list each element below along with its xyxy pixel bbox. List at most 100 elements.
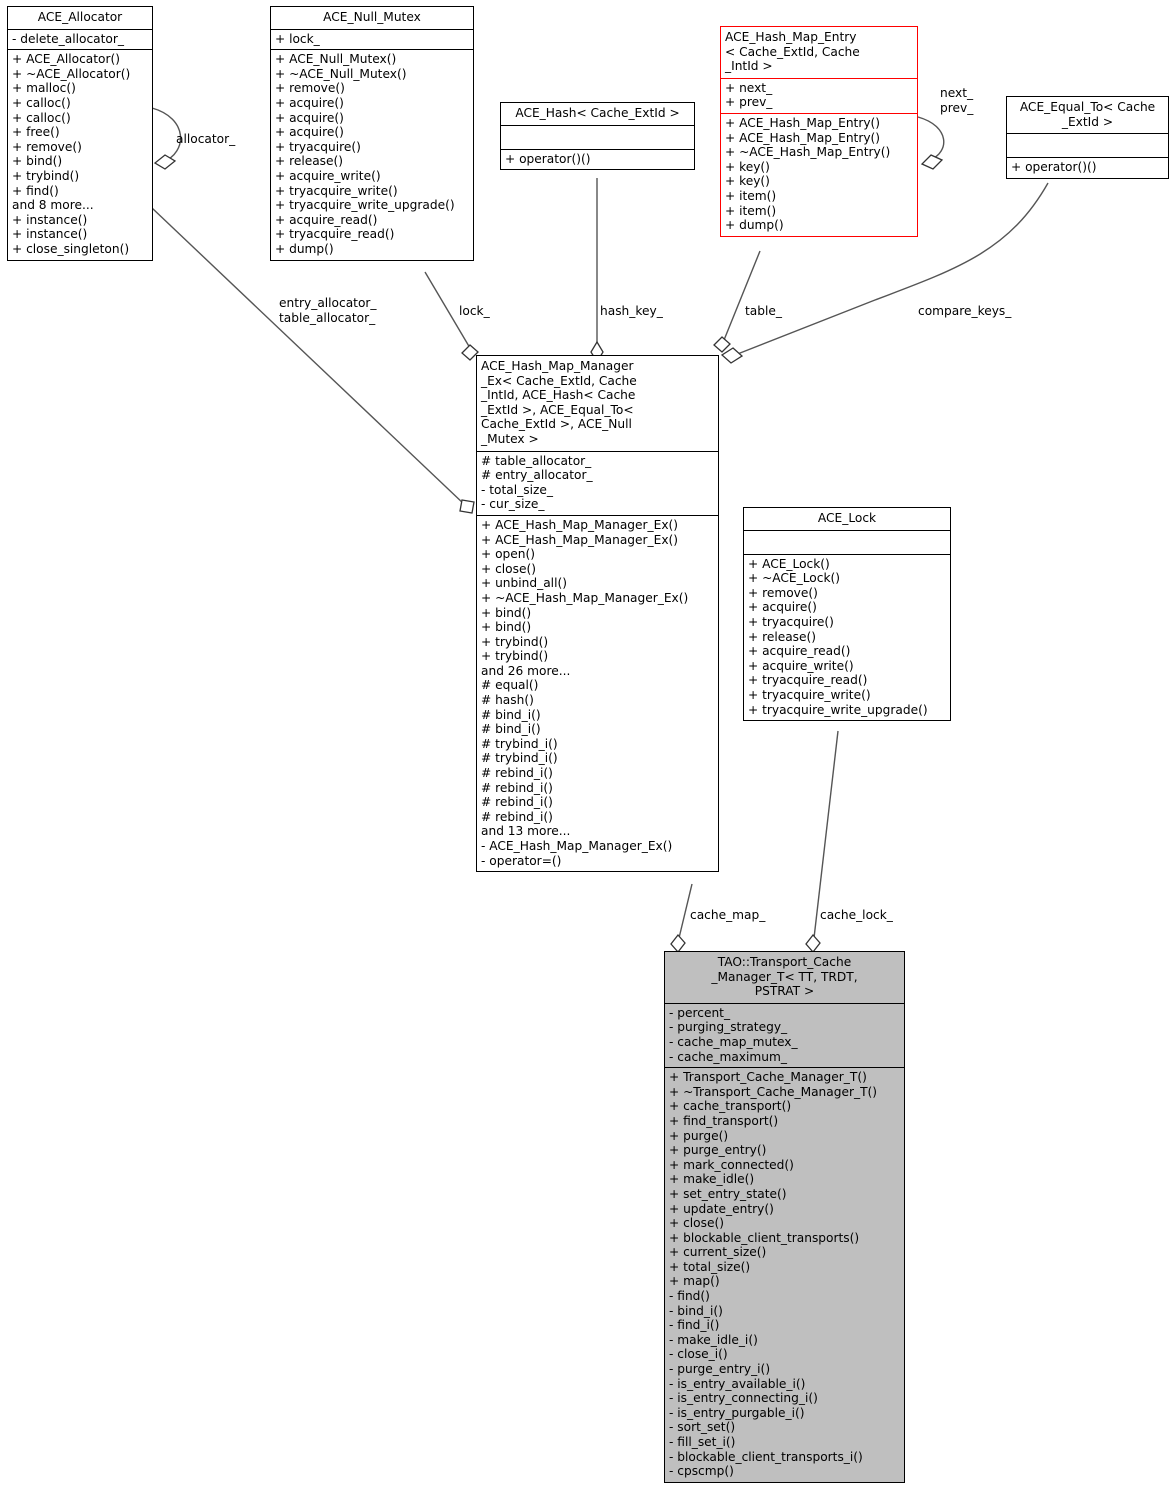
- attribute-row: + lock_: [275, 31, 320, 46]
- operation-row: + calloc(): [12, 95, 71, 110]
- operation-row: + close(): [669, 1216, 724, 1231]
- class-operations: + ACE_Lock() + ~ACE_Lock() + remove() + …: [744, 555, 950, 721]
- class-attributes: - percent_ - purging_strategy_ - cache_m…: [665, 1004, 904, 1067]
- class-operations: + ACE_Null_Mutex() + ~ACE_Null_Mutex() +…: [271, 50, 473, 259]
- operation-row: + malloc(): [12, 81, 76, 96]
- operation-row: + current_size(): [669, 1245, 767, 1260]
- operation-row: + blockable_client_transports(): [669, 1230, 860, 1245]
- class-operations: + operator()(): [501, 150, 694, 170]
- operation-row: + tryacquire_write_upgrade(): [748, 702, 928, 717]
- operation-row: and 26 more...: [481, 663, 571, 678]
- operation-row: + ~ACE_Allocator(): [12, 66, 131, 81]
- operation-row: + find(): [12, 183, 59, 198]
- class-ace-equal-to[interactable]: ACE_Equal_To< Cache _ExtId > + operator(…: [1006, 96, 1169, 179]
- operation-row: + close_singleton(): [12, 241, 130, 256]
- diamond-next-prev: [920, 154, 944, 170]
- class-ace-null-mutex[interactable]: ACE_Null_Mutex + lock_ + ACE_Null_Mutex(…: [270, 6, 474, 261]
- operation-row: + trybind(): [481, 649, 549, 664]
- operation-row: + instance(): [12, 227, 88, 242]
- operation-row: + bind(): [481, 620, 532, 635]
- operation-row: + item(): [725, 188, 777, 203]
- operation-row: + trybind(): [481, 634, 549, 649]
- edge-label-compare-keys: compare_keys_: [918, 304, 1012, 318]
- edge-label-hash-key: hash_key_: [600, 304, 663, 318]
- class-operations: + ACE_Allocator() + ~ACE_Allocator() + m…: [8, 50, 152, 259]
- class-operations: + ACE_Hash_Map_Manager_Ex() + ACE_Hash_M…: [477, 516, 718, 871]
- class-ace-hash[interactable]: ACE_Hash< Cache_ExtId > + operator()(): [500, 102, 695, 171]
- class-title: ACE_Hash< Cache_ExtId >: [515, 106, 680, 120]
- class-title: ACE_Lock: [817, 511, 877, 525]
- attribute-row: - cache_maximum_: [669, 1049, 787, 1064]
- operation-row: - close_i(): [669, 1347, 728, 1362]
- operation-row: + bind(): [12, 154, 63, 169]
- diamond-cache-map: [670, 933, 686, 954]
- operation-row: + operator()(): [1011, 160, 1097, 175]
- operation-row: + release(): [748, 629, 817, 644]
- operation-row: + tryacquire_read(): [275, 227, 395, 242]
- operation-row: + open(): [481, 547, 536, 562]
- operation-row: + find_transport(): [669, 1113, 779, 1128]
- operation-row: + acquire(): [748, 600, 817, 615]
- operation-row: + trybind(): [12, 168, 80, 183]
- operation-row: + total_size(): [669, 1259, 751, 1274]
- diamond-allocator: [153, 154, 177, 170]
- operation-row: + operator()(): [505, 151, 591, 166]
- class-operations: + Transport_Cache_Manager_T() + ~Transpo…: [665, 1068, 904, 1482]
- operation-row: + ACE_Hash_Map_Manager_Ex(): [481, 532, 679, 547]
- operation-row: + set_entry_state(): [669, 1186, 787, 1201]
- class-ace-allocator[interactable]: ACE_Allocator - delete_allocator_ + ACE_…: [7, 6, 153, 261]
- operation-row: + ~ACE_Hash_Map_Manager_Ex(): [481, 590, 689, 605]
- operation-row: + map(): [669, 1274, 720, 1289]
- class-title: ACE_Equal_To< Cache _ExtId >: [1019, 100, 1156, 129]
- uml-class-diagram: ACE_Allocator - delete_allocator_ + ACE_…: [0, 0, 1175, 1501]
- operation-row: - cpscmp(): [669, 1464, 734, 1479]
- operation-row: + acquire(): [275, 110, 344, 125]
- operation-row: + acquire_write(): [275, 168, 381, 183]
- class-operations: + operator()(): [1007, 158, 1168, 178]
- class-attributes: - delete_allocator_: [8, 30, 152, 50]
- operation-row: - operator=(): [481, 853, 562, 868]
- edge-label-allocator: allocator_: [176, 132, 236, 146]
- operation-row: + remove(): [748, 585, 818, 600]
- class-title: ACE_Null_Mutex: [323, 10, 421, 24]
- operation-row: + key(): [725, 174, 770, 189]
- class-attributes: + lock_: [271, 30, 473, 50]
- class-attributes: [501, 126, 694, 149]
- operation-row: + item(): [725, 203, 777, 218]
- edge-label-table: table_: [745, 304, 782, 318]
- edge-table: [721, 250, 761, 346]
- diamond-entry-table-allocator: [459, 499, 475, 514]
- operation-row: + purge(): [669, 1128, 729, 1143]
- class-tao-transport-cache-manager-t[interactable]: TAO::Transport_Cache _Manager_T< TT, TRD…: [664, 951, 905, 1483]
- class-title: ACE_Hash_Map_Entry < Cache_ExtId, Cache …: [725, 30, 860, 74]
- operation-row: + acquire_read(): [275, 212, 378, 227]
- class-title: TAO::Transport_Cache _Manager_T< TT, TRD…: [711, 955, 858, 999]
- operation-row: + key(): [725, 159, 770, 174]
- attribute-row: - cur_size_: [481, 497, 545, 512]
- operation-row: - is_entry_available_i(): [669, 1376, 806, 1391]
- operation-row: - fill_set_i(): [669, 1435, 736, 1449]
- operation-row: + update_entry(): [669, 1201, 774, 1216]
- diamond-compare-keys: [720, 347, 744, 364]
- operation-row: + dump(): [725, 218, 784, 233]
- operation-row: # trybind_i(): [481, 736, 558, 751]
- operation-row: + mark_connected(): [669, 1157, 794, 1172]
- class-title: ACE_Hash_Map_Manager _Ex< Cache_ExtId, C…: [481, 359, 637, 446]
- operation-row: # rebind_i(): [481, 766, 553, 781]
- class-ace-hash-map-entry[interactable]: ACE_Hash_Map_Entry < Cache_ExtId, Cache …: [720, 26, 918, 237]
- edge-label-lock: lock_: [459, 304, 490, 318]
- class-ace-lock[interactable]: ACE_Lock + ACE_Lock() + ~ACE_Lock() + re…: [743, 507, 951, 722]
- operation-row: - sort_set(): [669, 1420, 736, 1435]
- operation-row: and 13 more...: [481, 824, 571, 839]
- operation-row: # bind_i(): [481, 722, 541, 737]
- operation-row: + make_idle(): [669, 1172, 755, 1187]
- operation-row: + free(): [12, 125, 60, 140]
- attribute-row: - total_size_: [481, 482, 553, 497]
- operation-row: - ACE_Hash_Map_Manager_Ex(): [481, 839, 673, 853]
- class-ace-hash-map-manager-ex[interactable]: ACE_Hash_Map_Manager _Ex< Cache_ExtId, C…: [476, 355, 719, 873]
- operation-row: - blockable_client_transports_i(): [669, 1449, 863, 1464]
- operation-row: + tryacquire(): [748, 614, 834, 629]
- operation-row: + dump(): [275, 241, 334, 256]
- operation-row: + bind(): [481, 605, 532, 620]
- operation-row: + ~ACE_Hash_Map_Entry(): [725, 145, 891, 160]
